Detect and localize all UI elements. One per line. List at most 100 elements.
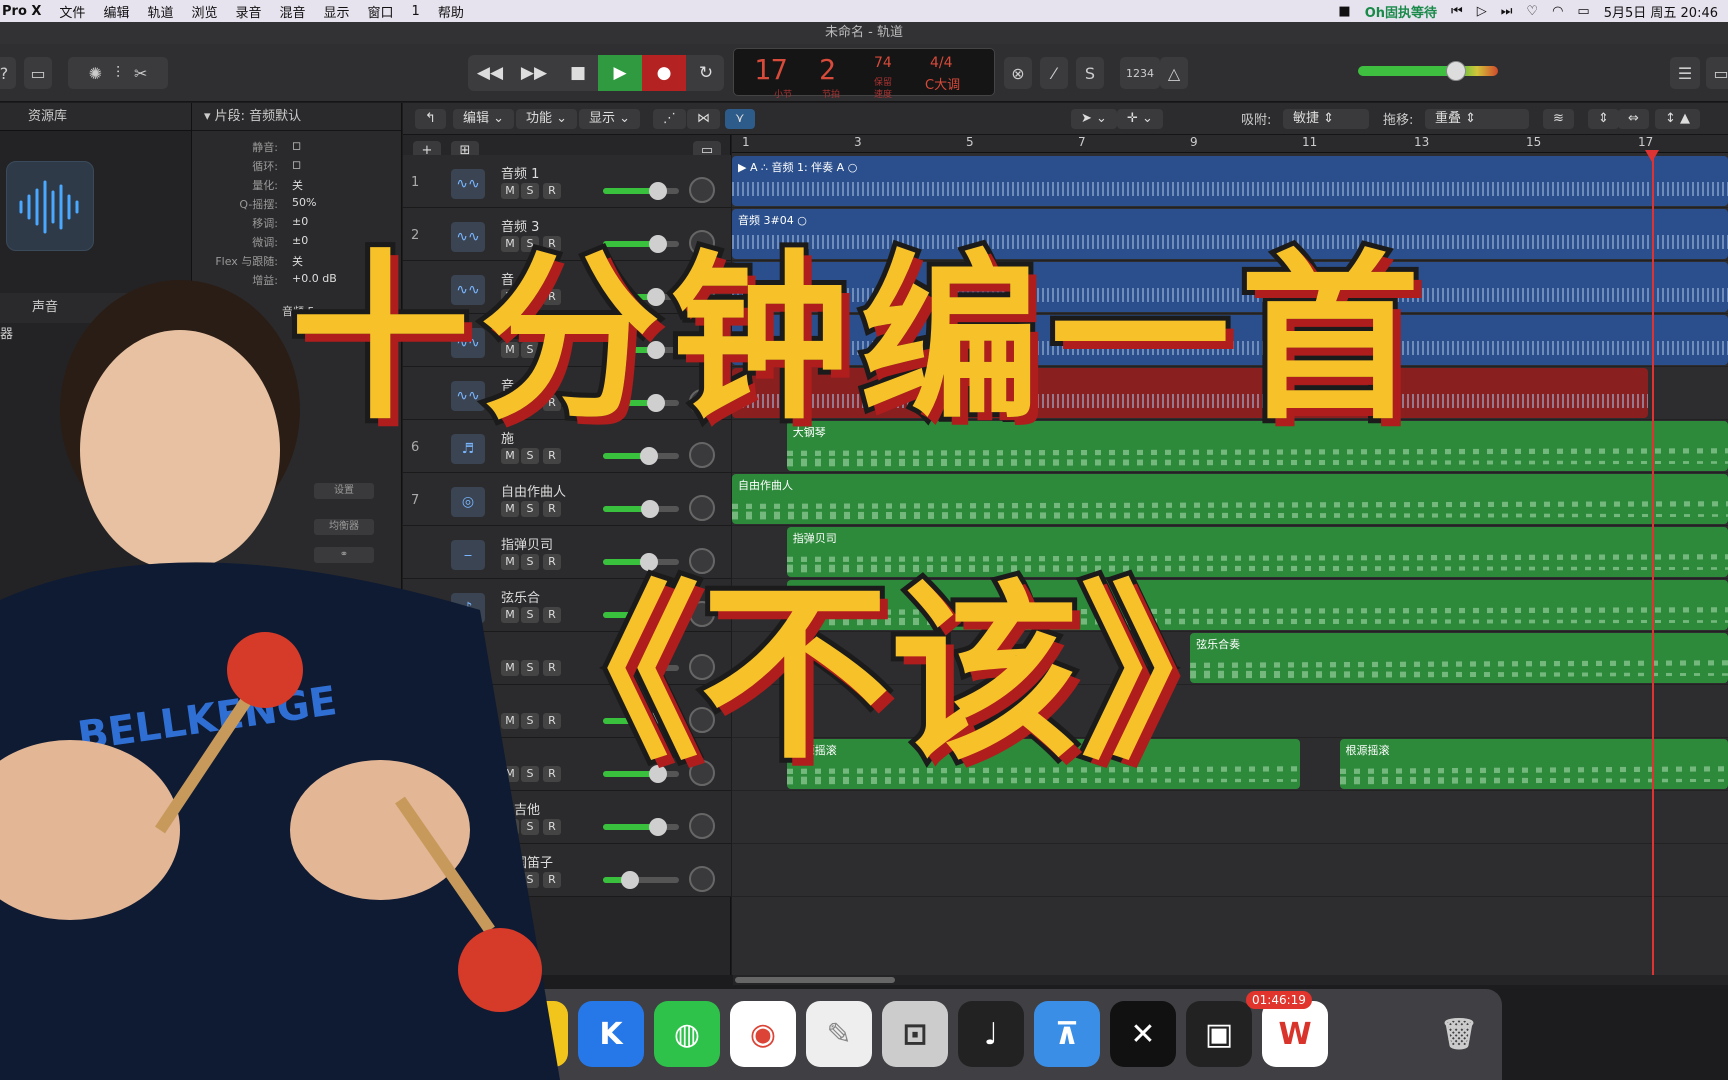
inspector-header[interactable]: ▾ 片段: 音频默认 (192, 103, 401, 131)
volume-fader[interactable] (603, 188, 679, 194)
dock-app-wps[interactable]: W (1262, 1001, 1328, 1067)
menu-mix[interactable]: 混音 (280, 2, 306, 21)
menu-edit[interactable]: 编辑 (103, 2, 129, 21)
dock-app-textedit[interactable]: ✎ (806, 1001, 872, 1067)
mixer-icon[interactable]: ⫶ (116, 63, 120, 83)
master-volume-knob[interactable] (1446, 61, 1466, 81)
stop-button[interactable]: ■ (556, 55, 600, 91)
pan-knob[interactable] (689, 442, 715, 468)
track-name[interactable]: 音频 3 (501, 216, 539, 235)
horizontal-zoom-icon[interactable]: ⇔ (1618, 109, 1649, 129)
scissors-icon[interactable]: ✂ (134, 64, 147, 83)
filter-icon[interactable]: ⋎ (725, 109, 755, 129)
smart-controls-icon[interactable]: ✺ (89, 64, 102, 83)
inspector-row-transpose[interactable]: 移调: ±0 (192, 215, 402, 234)
notepad-icon[interactable]: ▭ (1706, 57, 1728, 89)
transpose-value[interactable]: ±0 (292, 215, 308, 228)
loop-checkbox[interactable]: ◻ (292, 158, 301, 171)
menu-browse[interactable]: 浏览 (191, 2, 217, 21)
audio-patch-icon[interactable] (6, 161, 94, 251)
volume-fader[interactable] (603, 877, 679, 883)
mute-checkbox[interactable]: ◻ (292, 139, 301, 152)
metronome-icon[interactable]: △ (1160, 57, 1188, 89)
next-track-icon[interactable]: ⏭ (1501, 4, 1513, 19)
menu-record[interactable]: 录音 (235, 2, 261, 21)
vertical-zoom-icon[interactable]: ⇕ (1588, 109, 1619, 129)
back-icon[interactable]: ↰ (415, 109, 446, 129)
record-enable-button[interactable]: R (543, 183, 561, 199)
rewind-button[interactable]: ◀◀ (468, 55, 512, 91)
horizontal-scrollbar[interactable] (733, 975, 1728, 985)
menu-track[interactable]: 轨道 (147, 2, 173, 21)
list-editors-icon[interactable]: ☰ (1670, 57, 1700, 89)
volume-knob[interactable] (648, 818, 667, 836)
fast-forward-button[interactable]: ▶▶ (512, 55, 556, 91)
wifi-icon[interactable]: ◠ (1552, 4, 1563, 19)
midi-region[interactable]: 根源摇滚 (1339, 739, 1728, 789)
zoom-slider[interactable]: ↕ ▲ (1655, 109, 1701, 129)
menu-view[interactable]: 显示 (324, 2, 350, 21)
scrollbar-thumb[interactable] (735, 977, 895, 983)
view-menu[interactable]: 显示 ⌄ (579, 109, 641, 129)
inspector-row-swing[interactable]: Q-摇摆: 50% (192, 196, 402, 215)
play-icon[interactable]: ▷ (1477, 4, 1487, 19)
waveform-zoom-icon[interactable]: ≋ (1543, 109, 1574, 129)
catch-icon[interactable]: ⋰ (653, 109, 686, 129)
cycle-button[interactable]: ↻ (684, 55, 728, 91)
replace-icon[interactable]: ⊗ (1004, 57, 1032, 89)
solo-button[interactable]: S (521, 183, 539, 199)
count-in-button[interactable]: 1234 (1120, 57, 1160, 89)
menu-app-name[interactable]: Pro X (2, 4, 41, 19)
volume-knob[interactable] (639, 447, 658, 465)
prev-track-icon[interactable]: ⏮ (1451, 4, 1463, 19)
camera-icon[interactable]: ■ (1338, 4, 1350, 19)
heart-icon[interactable]: ♡ (1526, 4, 1538, 19)
volume-knob[interactable] (620, 871, 639, 889)
solo-icon[interactable]: S (1076, 57, 1104, 89)
flex-icon[interactable]: ⋈ (687, 109, 720, 129)
dock-app-piano[interactable]: ♩ (958, 1001, 1024, 1067)
dock-app-wechat[interactable]: ◍ (654, 1001, 720, 1067)
dock-app-chrome[interactable]: ◉ (730, 1001, 796, 1067)
menubar-datetime[interactable]: 5月5日 周五 20:46 (1604, 2, 1718, 21)
drag-select[interactable]: 重叠 ⇕ (1425, 109, 1529, 129)
menu-window[interactable]: 窗口 (368, 2, 394, 21)
playhead[interactable] (1652, 153, 1654, 975)
pointer-tool[interactable]: ➤ ⌄ (1071, 109, 1117, 129)
track-lane[interactable] (732, 791, 1728, 844)
pan-knob[interactable] (689, 866, 715, 892)
waveform-icon[interactable]: ∿∿ (451, 169, 485, 199)
inspector-row-loop[interactable]: 循环: ◻ (192, 158, 402, 177)
track-lane[interactable] (732, 844, 1728, 897)
dock-app-screenshot[interactable]: ⊡ (882, 1001, 948, 1067)
now-playing[interactable]: Oh固执等待 (1365, 2, 1437, 21)
play-button[interactable]: ▶ (598, 55, 642, 91)
mute-button[interactable]: M (501, 183, 519, 199)
track-row[interactable]: 1 ∿∿ 音频 1MSR (403, 155, 731, 208)
dock-app-keynote[interactable]: ⊼ (1034, 1001, 1100, 1067)
help-icon[interactable]: ? (0, 57, 16, 89)
menu-file[interactable]: 文件 (59, 2, 85, 21)
inbox-icon[interactable]: ▭ (24, 57, 52, 89)
tuner-icon[interactable]: ⁄ (1040, 57, 1068, 89)
dock-trash-icon[interactable]: 🗑 (1426, 1001, 1492, 1067)
volume-knob[interactable] (648, 182, 667, 200)
battery-icon[interactable]: ▭ (1577, 4, 1589, 19)
functions-menu[interactable]: 功能 ⌄ (516, 109, 578, 129)
inspector-row-quantize[interactable]: 量化: 关 (192, 177, 402, 196)
snap-select[interactable]: 敏捷 ⇕ (1283, 109, 1369, 129)
marquee-tool[interactable]: ✛ ⌄ (1117, 109, 1163, 129)
master-volume-slider[interactable] (1358, 66, 1498, 76)
dock-app-capcut[interactable]: ✕ (1110, 1001, 1176, 1067)
pan-knob[interactable] (689, 813, 715, 839)
record-button[interactable]: ● (642, 55, 686, 91)
lcd-display[interactable]: 17 2 小节 节拍 74 保留 速度 4/4 C大调 (733, 48, 995, 100)
dock-app-kugou[interactable]: K (578, 1001, 644, 1067)
timeline-ruler[interactable]: 1 3 5 7 9 11 13 15 17 (732, 135, 1728, 153)
dock-app-recorder[interactable]: ▣ (1186, 1001, 1252, 1067)
menu-help[interactable]: 帮助 (438, 2, 464, 21)
audio-region[interactable]: ▶ A ∴ 音频 1: 伴奏 A ○ (732, 156, 1728, 206)
pan-knob[interactable] (689, 495, 715, 521)
menu-one[interactable]: 1 (412, 4, 420, 19)
inspector-row-mute[interactable]: 静音: ◻ (192, 139, 402, 158)
